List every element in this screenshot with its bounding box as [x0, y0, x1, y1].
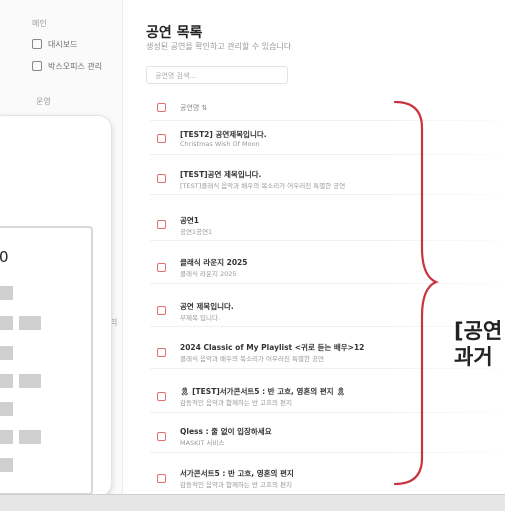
- curly-bracket-icon: [393, 100, 439, 486]
- row-subtitle: 감동적인 음악과 함께하는 반 고흐의 편지: [180, 481, 292, 489]
- grid-block: [0, 286, 13, 300]
- page-title: 공연 목록: [146, 25, 203, 41]
- row-checkbox[interactable]: [157, 134, 166, 143]
- select-all-checkbox[interactable]: [157, 103, 166, 112]
- grid-block: [19, 374, 41, 388]
- row-subtitle: 부제목 입니다.: [180, 314, 221, 322]
- grid-block: [0, 316, 13, 330]
- grid-block: [0, 402, 13, 416]
- sidebar-item-boxoffice[interactable]: 박스오피스 관리: [32, 58, 102, 74]
- page-subtitle: 생성된 공연을 확인하고 관리할 수 있습니다: [146, 42, 292, 51]
- card-number: 0: [0, 248, 9, 266]
- caption-line-1: [공연: [454, 319, 503, 343]
- grid-block: [19, 316, 41, 330]
- card-panel: 0: [0, 226, 93, 495]
- row-title: 공연 제목입니다.: [180, 302, 234, 311]
- row-subtitle: 감동적인 음악과 함께하는 반 고흐의 편지: [180, 399, 292, 407]
- row-checkbox[interactable]: [157, 220, 166, 229]
- grid-block: [0, 346, 13, 360]
- caption-line-2: 과거: [454, 345, 493, 369]
- scene: 메인 대시보드 박스오피스 관리 운영 리 공연 목록 생성된 공연을 확인하고…: [0, 0, 505, 511]
- row-checkbox[interactable]: [157, 174, 166, 183]
- sidebar-section-ops: 운영: [36, 97, 51, 106]
- sidebar-item-label: 대시보드: [48, 39, 78, 49]
- home-icon: [32, 39, 42, 49]
- sidebar-section-main: 메인: [32, 19, 47, 28]
- row-subtitle: 클래식 음악과 배우의 목소리가 어우러진 특별한 공연: [180, 355, 324, 363]
- row-checkbox[interactable]: [157, 392, 166, 401]
- app-screen: 메인 대시보드 박스오피스 관리 운영 리 공연 목록 생성된 공연을 확인하고…: [0, 0, 505, 511]
- row-title: 클래식 라운지 2025: [180, 258, 248, 267]
- grid-block: [0, 458, 13, 472]
- row-title: [TEST2] 공연제목입니다.: [180, 130, 267, 139]
- row-title: 🎗 [TEST]서가콘서트5 : 반 고흐, 영혼의 편지 🎗: [180, 387, 346, 396]
- sidebar-item-dashboard[interactable]: 대시보드: [32, 36, 77, 52]
- row-checkbox[interactable]: [157, 263, 166, 272]
- device-bezel: [0, 494, 505, 511]
- search-input[interactable]: 공연명 검색...: [146, 66, 288, 84]
- row-title: 공연1: [180, 216, 200, 225]
- row-title: [TEST]공연 제목입니다.: [180, 170, 262, 179]
- row-checkbox[interactable]: [157, 432, 166, 441]
- row-title: Qless : 줄 없이 입장하세요: [180, 427, 272, 436]
- sidebar-item-label: 박스오피스 관리: [48, 61, 103, 71]
- row-subtitle: [TEST]클래식 음악과 배우의 목소리가 어우러진 특별한 공연: [180, 182, 346, 190]
- row-subtitle: Christmas Wish Of Moon: [180, 140, 260, 148]
- grid-block: [19, 430, 41, 444]
- caption: [공연 과거: [454, 318, 502, 370]
- row-checkbox[interactable]: [157, 306, 166, 315]
- row-title: 서가콘서트5 : 반 고흐, 영혼의 편지: [180, 469, 294, 478]
- row-checkbox[interactable]: [157, 348, 166, 357]
- row-title: 2024 Classic of My Playlist <귀로 듣는 배우>12: [180, 343, 365, 352]
- grid-block: [0, 430, 13, 444]
- row-subtitle: MASKIT 서비스: [180, 439, 225, 447]
- overlay-card: 0: [0, 115, 112, 497]
- grid-block: [0, 374, 13, 388]
- row-checkbox[interactable]: [157, 474, 166, 483]
- column-header-title[interactable]: 공연명 ⇅: [180, 103, 207, 113]
- row-subtitle: 공연1공연1: [180, 228, 213, 236]
- box-icon: [32, 61, 42, 71]
- row-subtitle: 클래식 라운지 2025: [180, 270, 237, 278]
